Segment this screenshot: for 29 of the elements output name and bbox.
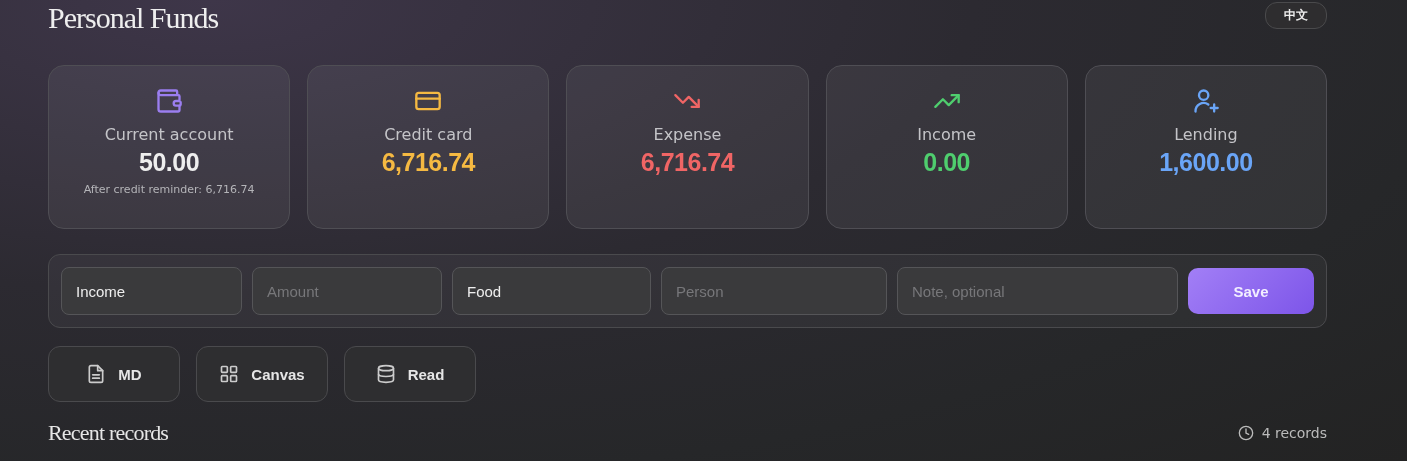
input-field[interactable]: Person bbox=[661, 267, 887, 315]
record-count: 4 records bbox=[1261, 425, 1327, 441]
card-amount: 6,716.74 bbox=[381, 148, 475, 177]
card-note: After credit reminder: 6,716.74 bbox=[83, 183, 255, 196]
card-amount: 1,600.00 bbox=[1159, 148, 1253, 177]
card-label: Current account bbox=[104, 125, 234, 144]
document-icon bbox=[86, 364, 107, 384]
action-button[interactable]: Read bbox=[344, 346, 476, 402]
select-field[interactable]: Food bbox=[452, 267, 651, 315]
card-label: Credit card bbox=[384, 125, 473, 144]
wallet-icon bbox=[155, 87, 184, 115]
language-button[interactable]: 中文 bbox=[1265, 2, 1327, 29]
page-title: Personal Funds bbox=[48, 0, 219, 36]
card-label: Income bbox=[917, 125, 977, 144]
card-amount: 6,716.74 bbox=[640, 148, 735, 177]
input-field[interactable]: Note, optional bbox=[897, 267, 1178, 315]
grid-icon bbox=[219, 364, 240, 384]
section-title: Recent records bbox=[48, 420, 169, 446]
card-amount: 0.00 bbox=[923, 148, 971, 177]
database-icon bbox=[375, 364, 396, 384]
input-field[interactable]: Amount bbox=[252, 267, 442, 315]
card-amount: 50.00 bbox=[139, 148, 200, 177]
card-label: Expense bbox=[653, 125, 722, 144]
select-field[interactable]: Income bbox=[61, 267, 242, 315]
card-label: Lending bbox=[1174, 125, 1238, 144]
action-button[interactable]: MD bbox=[48, 346, 180, 402]
user-plus-icon bbox=[1191, 87, 1220, 115]
action-button[interactable]: Canvas bbox=[196, 346, 328, 402]
clock-icon bbox=[1237, 425, 1254, 441]
